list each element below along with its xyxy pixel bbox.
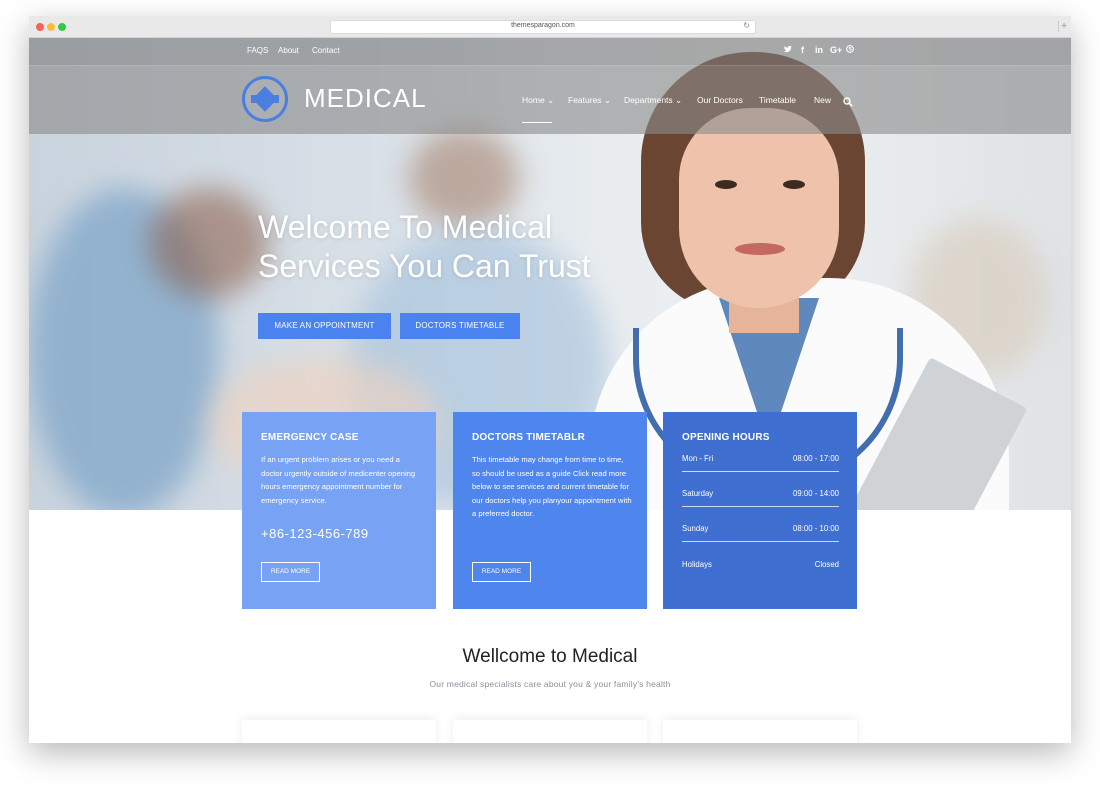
hours-time: 08:00 - 10:00	[793, 524, 839, 533]
chevron-down-icon: ⌄	[603, 95, 612, 105]
address-bar[interactable]: themesparagon.com ↻	[330, 20, 756, 34]
make-appointment-button[interactable]: MAKE AN OPPOINTMENT	[258, 313, 391, 339]
hours-row: Saturday 09:00 - 14:00	[682, 489, 839, 525]
divider	[682, 471, 839, 472]
twitter-icon[interactable]	[784, 45, 792, 55]
hours-row: Holidays Closed	[682, 560, 839, 596]
service-card[interactable]	[453, 720, 647, 743]
card-title: EMERGENCY CASE	[261, 432, 359, 443]
card-title: OPENING HOURS	[682, 432, 770, 443]
google-plus-icon[interactable]: G+	[830, 45, 842, 55]
hours-time: 09:00 - 14:00	[793, 489, 839, 498]
hours-row: Sunday 08:00 - 10:00	[682, 524, 839, 560]
close-window-button[interactable]	[36, 23, 44, 31]
hours-day: Holidays	[682, 560, 712, 569]
welcome-title: Wellcome to Medical	[462, 646, 638, 667]
hours-time: 08:00 - 17:00	[793, 454, 839, 463]
hours-day: Saturday	[682, 489, 714, 498]
topbar-link-about[interactable]: About	[278, 46, 299, 55]
chevron-down-icon: ⌄	[675, 95, 683, 105]
search-icon[interactable]	[843, 94, 853, 107]
emergency-case-card: EMERGENCY CASE If an urgent problem aris…	[242, 412, 436, 609]
hero-title: Welcome To Medical Services You Can Trus…	[258, 209, 591, 284]
brand-name[interactable]: MEDICAL	[304, 83, 427, 114]
doctors-timetable-button[interactable]: DOCTORS TIMETABLE	[400, 313, 520, 339]
skype-icon[interactable]	[846, 45, 854, 55]
read-more-button[interactable]: READ MORE	[472, 562, 531, 582]
facebook-icon[interactable]: f	[801, 45, 804, 55]
browser-window: themesparagon.com ↻ + FAQS About Contact…	[29, 16, 1071, 743]
nav-item-our-doctors[interactable]: Our Doctors	[697, 95, 743, 105]
hours-row: Mon - Fri 08:00 - 17:00	[682, 454, 839, 490]
nav-item-departments[interactable]: Departments ⌄	[624, 95, 682, 106]
hours-time: Closed	[814, 560, 839, 569]
nav-item-timetable[interactable]: Timetable	[759, 95, 796, 105]
nav-item-features[interactable]: Features ⌄	[568, 95, 611, 106]
opening-hours-card: OPENING HOURS Mon - Fri 08:00 - 17:00 Sa…	[663, 412, 857, 609]
hours-day: Mon - Fri	[682, 454, 714, 463]
reload-icon[interactable]: ↻	[743, 21, 750, 30]
browser-toolbar: themesparagon.com ↻ +	[29, 16, 1071, 38]
service-card[interactable]	[242, 720, 436, 743]
hours-day: Sunday	[682, 524, 709, 533]
medical-logo-icon[interactable]	[242, 76, 288, 122]
divider	[682, 506, 839, 507]
new-tab-button[interactable]: +	[1058, 21, 1069, 32]
service-card[interactable]	[663, 720, 857, 743]
top-bar: FAQS About Contact f in G+	[29, 38, 1071, 65]
zoom-window-button[interactable]	[58, 23, 66, 31]
welcome-subtitle: Our medical specialists care about you &…	[429, 679, 671, 689]
topbar-link-faqs[interactable]: FAQS	[247, 46, 268, 55]
chevron-down-icon: ⌄	[547, 95, 555, 105]
active-nav-indicator	[522, 122, 552, 123]
topbar-link-contact[interactable]: Contact	[312, 46, 340, 55]
read-more-button[interactable]: READ MORE	[261, 562, 320, 582]
linkedin-icon[interactable]: in	[815, 45, 823, 55]
card-body: If an urgent problem arises or you need …	[261, 455, 416, 505]
divider	[682, 541, 839, 542]
card-body: This timetable may change from time to t…	[472, 455, 632, 519]
nav-item-new[interactable]: New	[814, 95, 831, 105]
emergency-phone[interactable]: +86-123-456-789	[261, 526, 369, 541]
address-bar-url: themesparagon.com	[511, 22, 575, 29]
nav-item-home[interactable]: Home ⌄	[522, 95, 554, 106]
minimize-window-button[interactable]	[47, 23, 55, 31]
card-title: DOCTORS TIMETABLR	[472, 432, 586, 443]
doctors-timetable-card: DOCTORS TIMETABLR This timetable may cha…	[453, 412, 647, 609]
